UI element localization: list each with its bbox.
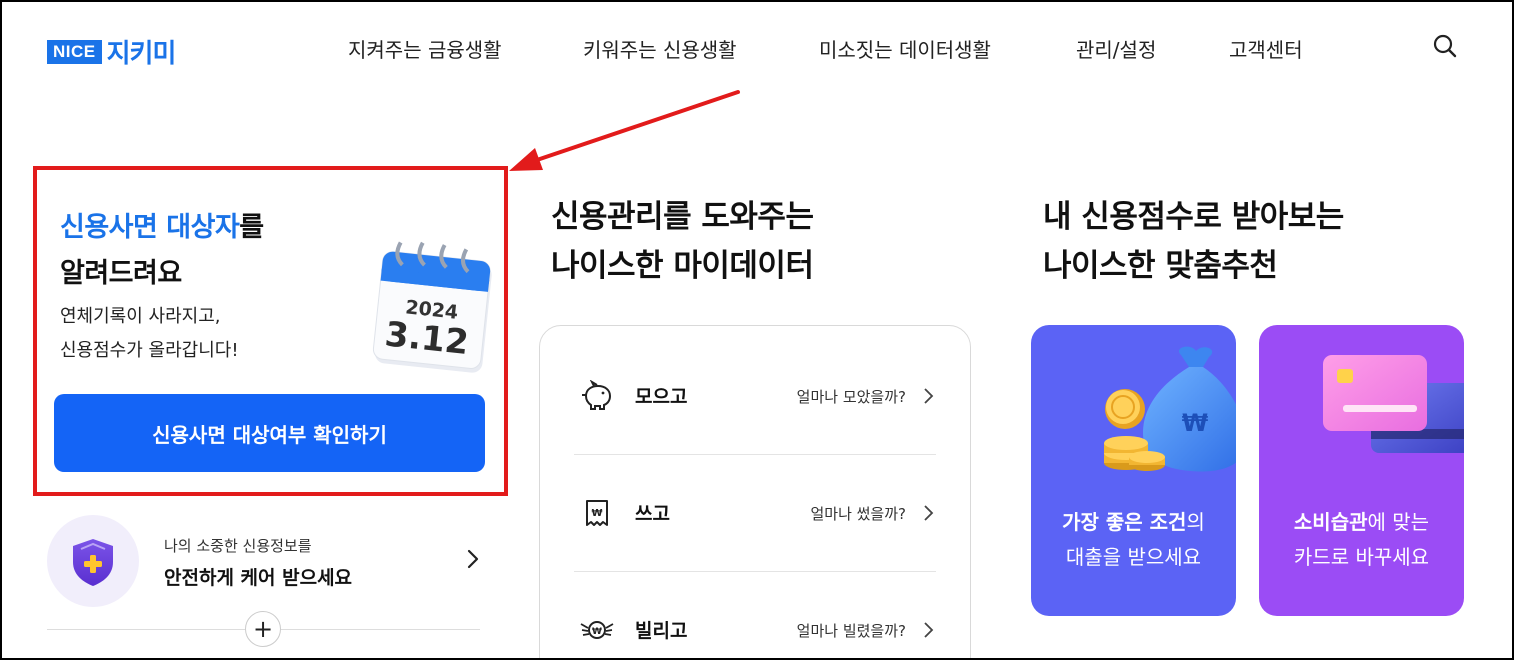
mydata-title-line2: 나이스한 마이데이터 xyxy=(551,248,814,284)
mydata-title-line1: 신용관리를 도와주는 xyxy=(551,199,814,235)
logo-text: 지키미 xyxy=(106,39,177,69)
shield-icon xyxy=(73,539,113,586)
nav-financial-life[interactable]: 지켜주는 금융생활 xyxy=(348,34,502,63)
promo-description: 연체기록이 사라지고, 신용점수가 올라갑니다! xyxy=(60,300,239,368)
chevron-right-icon xyxy=(924,388,934,404)
promo-title: 신용사면 대상자를 알려드려요 xyxy=(60,205,264,297)
loan-card-rest: 의 xyxy=(1186,510,1205,534)
nav-data-life[interactable]: 미소짓는 데이터생활 xyxy=(819,34,991,63)
loan-card-bold: 가장 좋은 조건 xyxy=(1062,510,1187,534)
svg-text:₩: ₩ xyxy=(592,627,602,637)
winged-coin-icon: ₩ xyxy=(580,621,614,639)
divider xyxy=(574,454,936,455)
nav-customer-center[interactable]: 고객센터 xyxy=(1229,34,1303,63)
search-icon[interactable] xyxy=(1432,33,1458,59)
mydata-row-question: 얼마나 빌렸을까? xyxy=(796,622,906,640)
card-card-line2: 카드로 바꾸세요 xyxy=(1293,545,1430,569)
mydata-row-label: 빌리고 xyxy=(635,620,688,642)
mydata-row-borrow[interactable]: ₩ 빌리고 얼마나 빌렸을까? xyxy=(574,600,936,660)
nice-logo[interactable]: NICE 지키미 xyxy=(47,33,177,70)
promo-title-highlight: 신용사면 대상자 xyxy=(60,212,240,243)
check-amnesty-button-label: 신용사면 대상여부 확인하기 xyxy=(152,422,387,447)
card-card-rest: 에 맞는 xyxy=(1367,510,1430,534)
mydata-row-spend[interactable]: ₩ 쓰고 얼마나 썼을까? xyxy=(574,483,936,543)
expand-plus-button[interactable]: + xyxy=(245,611,281,647)
chevron-right-icon xyxy=(924,505,934,521)
mydata-row-question: 얼마나 썼을까? xyxy=(810,505,906,523)
receipt-icon: ₩ xyxy=(586,500,608,526)
piggy-bank-icon xyxy=(582,380,612,410)
divider xyxy=(574,571,936,572)
mydata-row-save[interactable]: 모으고 얼마나 모았을까? xyxy=(574,366,936,426)
mydata-title: 신용관리를 도와주는 나이스한 마이데이터 xyxy=(551,193,814,291)
logo-badge: NICE xyxy=(47,39,102,64)
promo-title-rest: 를 xyxy=(239,212,264,243)
check-amnesty-button[interactable]: 신용사면 대상여부 확인하기 xyxy=(54,394,485,472)
promo-desc-line1: 연체기록이 사라지고, xyxy=(60,306,221,327)
calendar-icon: 2024 3.12 xyxy=(372,241,492,373)
card-recommend-card[interactable]: 소비습관에 맞는 카드로 바꾸세요 xyxy=(1259,325,1464,616)
care-subtitle: 나의 소중한 신용정보를 xyxy=(164,537,312,555)
svg-text:₩: ₩ xyxy=(1182,409,1209,437)
plus-icon: + xyxy=(252,615,274,643)
card-card-text: 소비습관에 맞는 카드로 바꾸세요 xyxy=(1259,505,1464,575)
chevron-right-icon[interactable] xyxy=(464,548,482,570)
mydata-row-label: 쓰고 xyxy=(635,503,670,525)
loan-card-line2: 대출을 받으세요 xyxy=(1065,545,1202,569)
care-title[interactable]: 안전하게 케어 받으세요 xyxy=(164,563,352,590)
promo-title-line2: 알려드려요 xyxy=(60,258,182,289)
recommend-title-line2: 나이스한 맞춤추천 xyxy=(1043,248,1278,284)
loan-recommend-card[interactable]: ₩ 가장 좋은 조건의 대출을 받으세요 xyxy=(1031,325,1236,616)
loan-card-text: 가장 좋은 조건의 대출을 받으세요 xyxy=(1031,505,1236,575)
care-icon-circle xyxy=(47,515,139,607)
mydata-row-label: 모으고 xyxy=(635,386,688,408)
promo-desc-line2: 신용점수가 올라갑니다! xyxy=(60,340,239,361)
mydata-row-question: 얼마나 모았을까? xyxy=(796,388,906,406)
recommend-title-line1: 내 신용점수로 받아보는 xyxy=(1043,199,1344,235)
card-card-bold: 소비습관 xyxy=(1293,510,1368,534)
chevron-right-icon xyxy=(924,622,934,638)
nav-credit-life[interactable]: 키워주는 신용생활 xyxy=(583,34,737,63)
recommend-title: 내 신용점수로 받아보는 나이스한 맞춤추천 xyxy=(1043,193,1344,291)
svg-text:₩: ₩ xyxy=(591,508,602,519)
nav-settings[interactable]: 관리/설정 xyxy=(1076,34,1156,63)
